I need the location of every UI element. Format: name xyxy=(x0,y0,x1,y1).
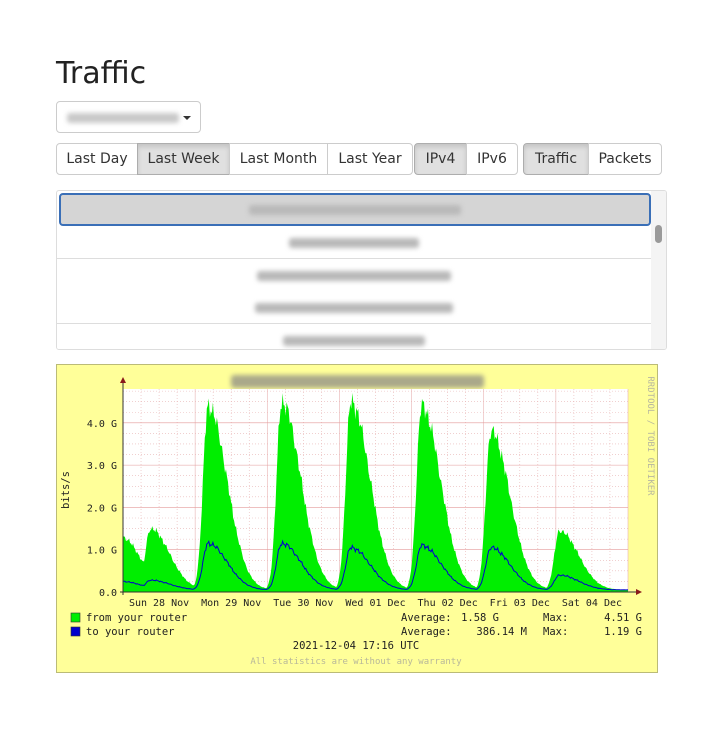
ipv6-button[interactable]: IPv6 xyxy=(466,143,518,175)
legend-from-average-label: Average: xyxy=(401,612,452,624)
list-item[interactable] xyxy=(57,324,651,349)
x-tick-label: Tue 30 Nov xyxy=(273,598,333,609)
traffic-graph: 0.0 1.0 G 2.0 G 3.0 G 4.0 G Sun 28 Nov Mon 29… xyxy=(56,364,658,673)
legend-from-max-label: Max: xyxy=(543,612,568,624)
y-tick-label: 1.0 G xyxy=(87,546,117,557)
y-tick-label: 2.0 G xyxy=(87,503,117,514)
list-scrollbar[interactable] xyxy=(651,191,666,349)
list-item[interactable] xyxy=(57,259,651,292)
list-item-text xyxy=(255,303,453,313)
packets-button[interactable]: Packets xyxy=(588,143,662,175)
last-month-button[interactable]: Last Month xyxy=(229,143,328,175)
graph-disclaimer: All statistics are without any warranty xyxy=(250,657,462,667)
period-button-group: Last Day Last Week Last Month Last Year xyxy=(56,143,413,175)
legend-swatch-from xyxy=(70,612,81,623)
y-tick-label: 4.0 G xyxy=(87,419,117,430)
list-item-text xyxy=(289,238,419,248)
last-week-button[interactable]: Last Week xyxy=(137,143,230,175)
y-tick-label: 0.0 xyxy=(99,588,117,599)
x-tick-label: Thu 02 Dec xyxy=(418,598,478,609)
legend-to-max-label: Max: xyxy=(543,626,568,638)
y-axis-label: bits/s xyxy=(60,471,72,509)
list-item[interactable] xyxy=(57,226,651,259)
last-day-button[interactable]: Last Day xyxy=(56,143,138,175)
legend-from-max-value: 4.51 G xyxy=(604,612,642,624)
x-tick-label: Mon 29 Nov xyxy=(201,598,261,609)
graph-title-redacted xyxy=(231,375,484,388)
y-tick-label: 3.0 G xyxy=(87,461,117,472)
legend-to-average-value: 386.14 M xyxy=(476,626,527,638)
scrollbar-thumb[interactable] xyxy=(655,225,662,243)
router-select-value xyxy=(67,113,179,123)
interface-list[interactable] xyxy=(56,190,667,350)
legend-to-average-label: Average: xyxy=(401,626,452,638)
x-tick-label: Sun 28 Nov xyxy=(129,598,189,609)
x-tick-labels: Sun 28 Nov Mon 29 Nov Tue 30 Nov Wed 01 Dec… xyxy=(129,598,622,609)
type-button-group: Traffic Packets xyxy=(523,143,662,175)
router-select[interactable] xyxy=(56,101,201,133)
legend-to-label: to your router xyxy=(86,626,175,638)
rrdtool-watermark: RRDTOOL / TOBI OETIKER xyxy=(645,376,655,496)
list-item-text xyxy=(283,336,425,346)
legend-from-label: from your router xyxy=(86,612,187,624)
graph-timestamp: 2021-12-04 17:16 UTC xyxy=(293,640,419,652)
legend-to-max-value: 1.19 G xyxy=(604,626,642,638)
x-tick-label: Sat 04 Dec xyxy=(562,598,622,609)
legend-swatch-to xyxy=(70,626,81,637)
list-item[interactable] xyxy=(57,291,651,324)
protocol-button-group: IPv4 IPv6 xyxy=(414,143,518,175)
ipv4-button[interactable]: IPv4 xyxy=(414,143,467,175)
legend-from-average-value: 1.58 G xyxy=(461,612,499,624)
page-title: Traffic xyxy=(56,56,147,91)
list-item-text xyxy=(257,271,451,281)
list-item-text xyxy=(249,205,461,215)
x-tick-label: Wed 01 Dec xyxy=(345,598,405,609)
x-tick-label: Fri 03 Dec xyxy=(490,598,550,609)
list-item[interactable] xyxy=(59,193,651,226)
traffic-button[interactable]: Traffic xyxy=(523,143,589,175)
last-year-button[interactable]: Last Year xyxy=(327,143,413,175)
caret-down-icon xyxy=(183,116,191,120)
